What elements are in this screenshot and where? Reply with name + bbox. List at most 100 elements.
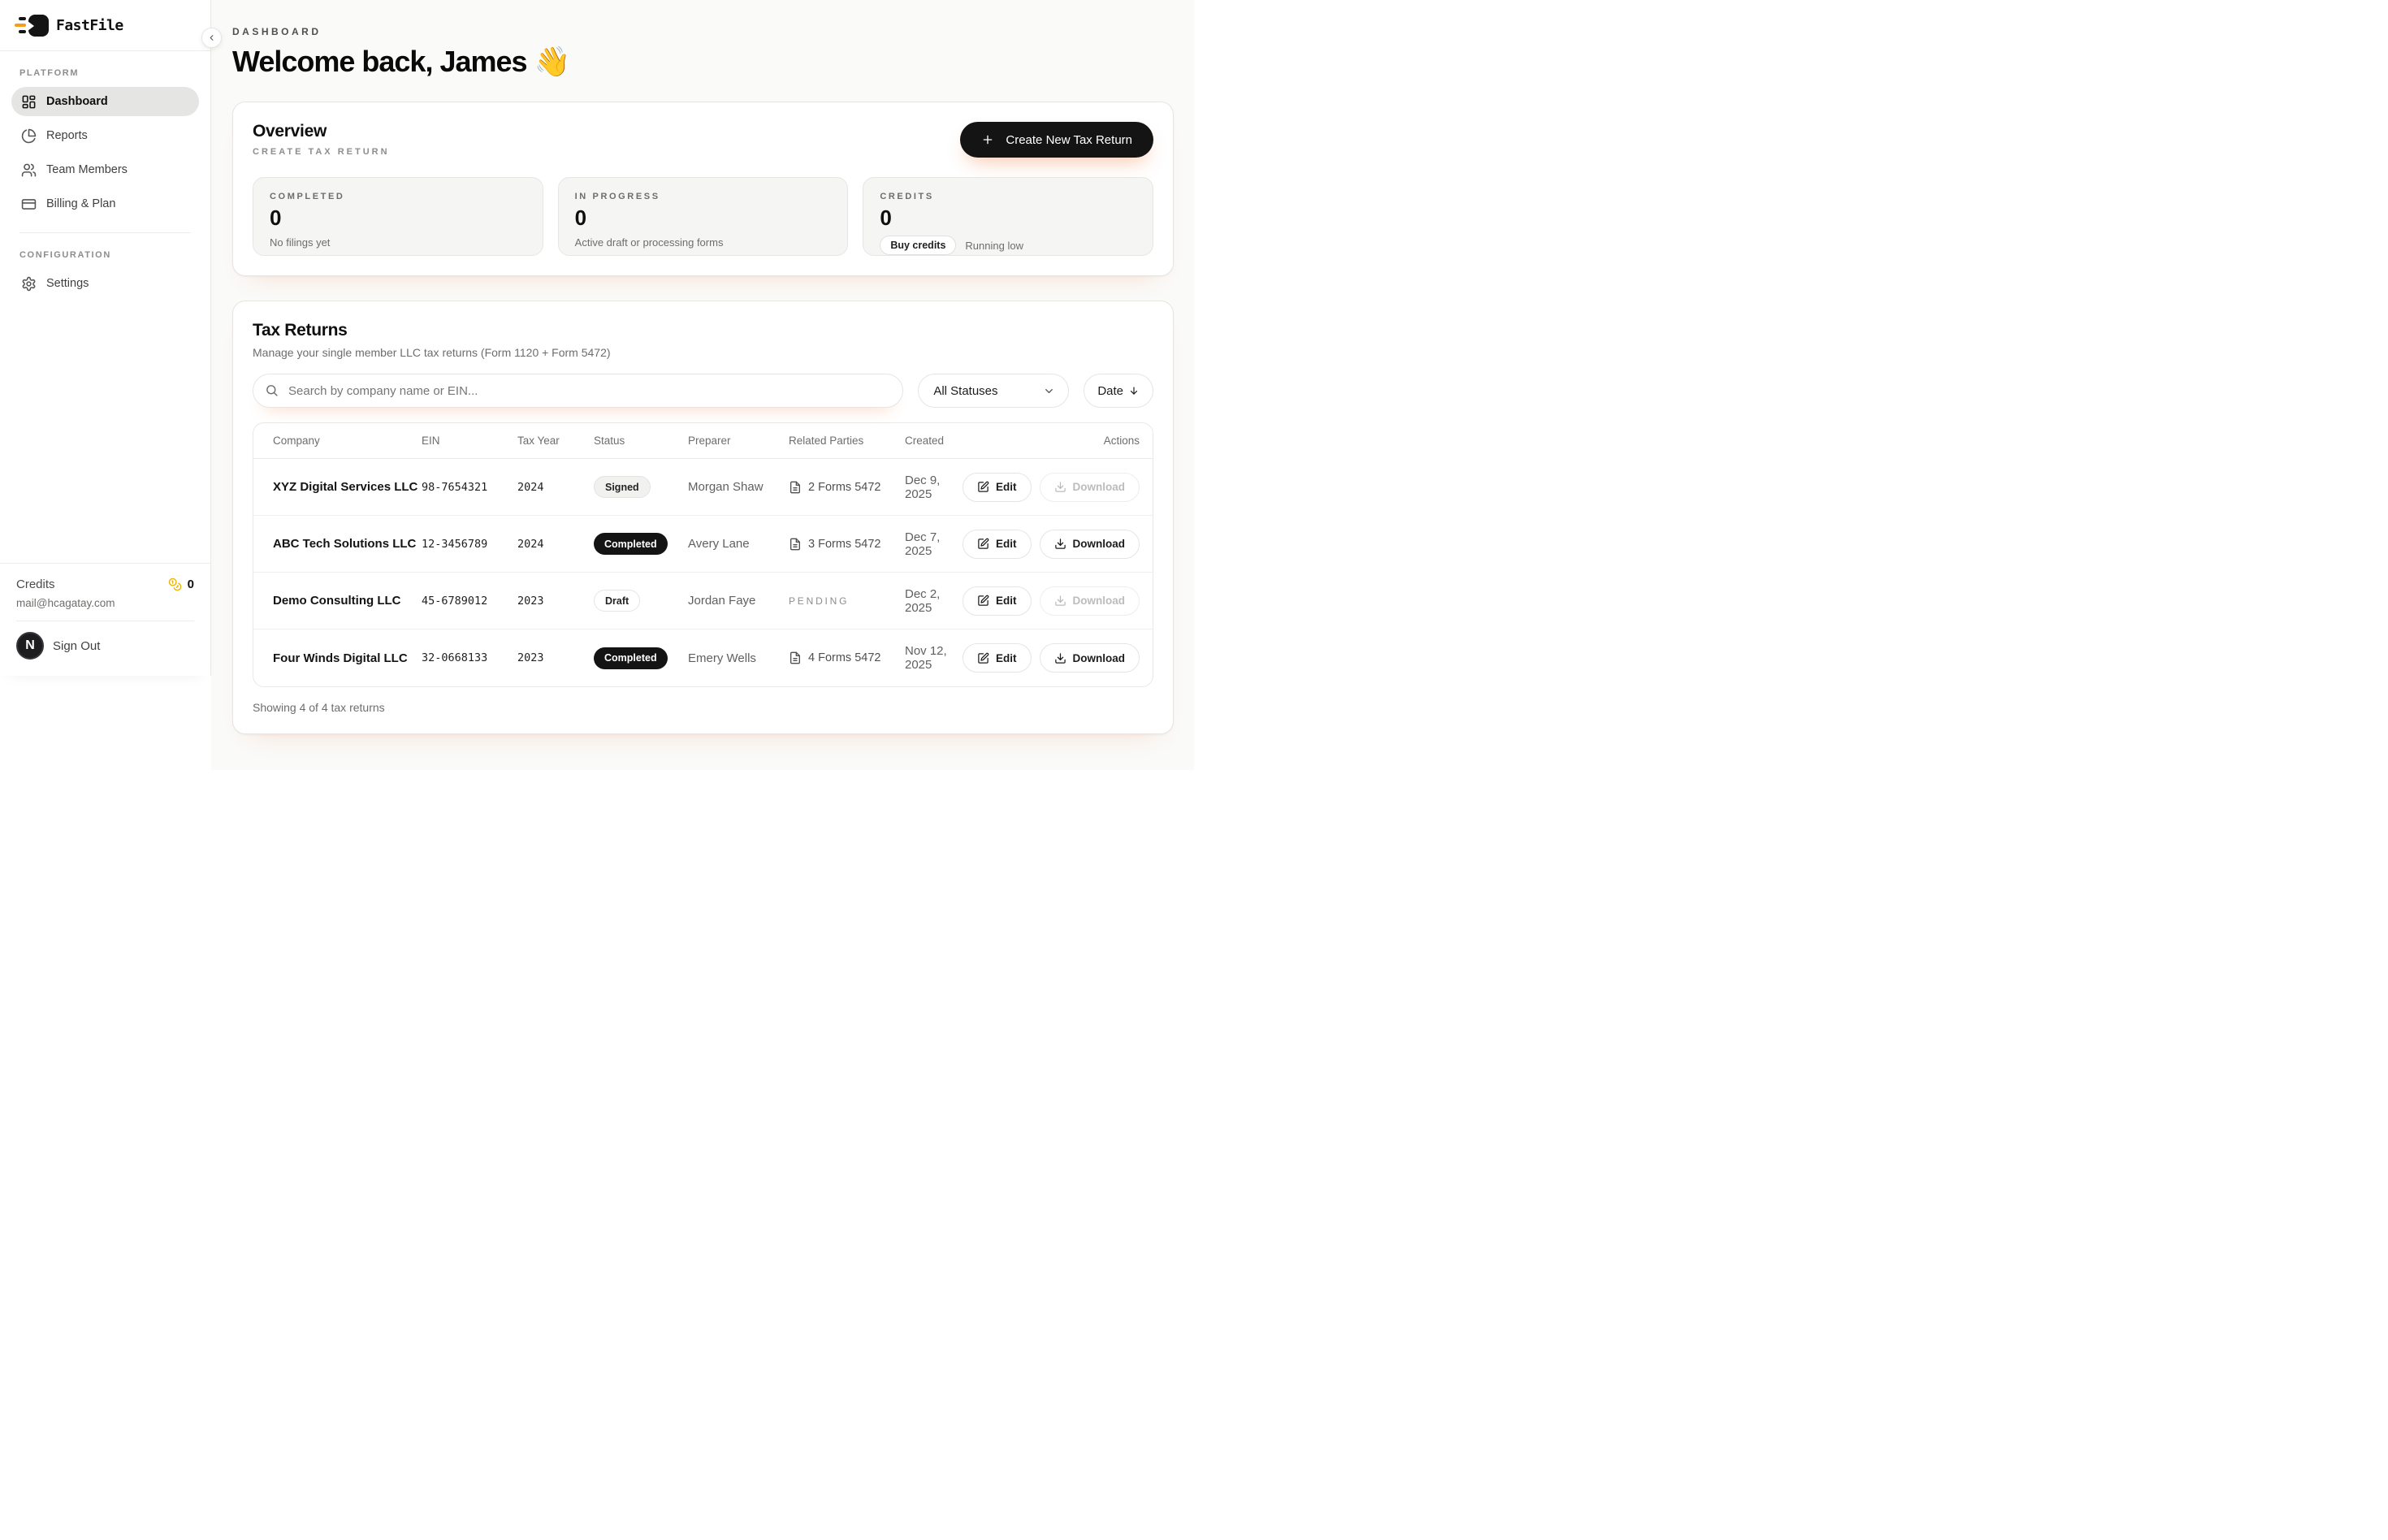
sign-out-button[interactable]: N Sign Out (16, 632, 194, 660)
sort-by-date-button[interactable]: Date (1084, 374, 1153, 408)
cell-related-parties: 2 Forms 5472 (789, 481, 905, 494)
sidebar-item-settings[interactable]: Settings (11, 269, 199, 298)
cell-company: Four Winds Digital LLC (273, 651, 422, 665)
column-header: Status (594, 435, 688, 447)
cell-actions: Edit Download (963, 530, 1140, 559)
edit-button[interactable]: Edit (963, 586, 1032, 616)
search-icon (265, 383, 279, 397)
related-parties-label: 2 Forms 5472 (808, 481, 880, 494)
table-row: Four Winds Digital LLC 32-0668133 2023 C… (253, 629, 1153, 686)
column-header: Company (273, 435, 422, 447)
cell-related-parties: 3 Forms 5472 (789, 538, 905, 551)
edit-button[interactable]: Edit (963, 473, 1032, 502)
cell-status: Completed (594, 647, 688, 669)
download-button: Download (1040, 586, 1140, 616)
edit-button[interactable]: Edit (963, 643, 1032, 673)
avatar: N (16, 632, 44, 660)
cell-created: Dec 7, 2025 (905, 530, 963, 558)
app-logo: FastFile (15, 15, 123, 37)
nav-section-configuration: CONFIGURATION (19, 250, 191, 260)
sidebar-item-label: Reports (46, 129, 88, 142)
users-icon (21, 162, 37, 178)
cell-status: Completed (594, 533, 688, 555)
download-icon (1054, 652, 1066, 664)
status-filter-value: All Statuses (933, 384, 997, 398)
status-badge: Completed (594, 533, 668, 555)
square-pen-icon (977, 538, 989, 550)
download-label: Download (1073, 538, 1126, 550)
column-header: Preparer (688, 435, 789, 447)
column-header: Actions (1104, 435, 1140, 447)
download-button[interactable]: Download (1040, 643, 1140, 673)
square-pen-icon (977, 652, 989, 664)
stat-value: 0 (270, 205, 526, 231)
stat-note: No filings yet (270, 236, 526, 249)
cell-company: Demo Consulting LLC (273, 594, 422, 608)
sidebar-item-dashboard[interactable]: Dashboard (11, 87, 199, 116)
download-icon (1054, 595, 1066, 607)
column-header: EIN (422, 435, 517, 447)
tax-returns-table: CompanyEINTax YearStatusPreparerRelated … (253, 422, 1153, 687)
column-header: Related Parties (789, 435, 905, 447)
stat-card-in-progress: IN PROGRESS 0 Active draft or processing… (558, 177, 849, 256)
related-parties-label: 3 Forms 5472 (808, 538, 880, 551)
sidebar-item-label: Dashboard (46, 95, 108, 108)
related-parties-label: 4 Forms 5472 (808, 651, 880, 664)
cell-actions: Edit Download (963, 473, 1140, 502)
sidebar-item-reports[interactable]: Reports (11, 121, 199, 150)
user-email: mail@hcagatay.com (16, 597, 194, 609)
download-label: Download (1073, 595, 1126, 607)
sidebar-item-billing-plan[interactable]: Billing & Plan (11, 189, 199, 218)
sidebar-collapse-button[interactable] (201, 28, 222, 48)
status-badge: Signed (594, 476, 651, 498)
edit-label: Edit (996, 652, 1017, 664)
cell-tax-year: 2024 (517, 481, 594, 494)
status-filter-select[interactable]: All Statuses (918, 374, 1069, 408)
create-new-tax-return-button[interactable]: Create New Tax Return (960, 122, 1153, 158)
page-title: Welcome back, James 👋 (232, 45, 1174, 79)
app-name: FastFile (56, 17, 123, 34)
arrow-down-icon (1128, 385, 1140, 396)
cell-status: Draft (594, 590, 688, 612)
download-button: Download (1040, 473, 1140, 502)
buy-credits-button[interactable]: Buy credits (880, 236, 956, 255)
stat-label: CREDITS (880, 192, 1136, 201)
fastfile-logo-icon (15, 15, 49, 37)
sidebar-nav: PLATFORM Dashboard Reports Team Members … (0, 68, 210, 298)
cell-preparer: Emery Wells (688, 651, 789, 665)
cell-related-parties: PENDING (789, 595, 905, 607)
edit-button[interactable]: Edit (963, 530, 1032, 559)
download-label: Download (1073, 481, 1126, 493)
cell-created: Dec 2, 2025 (905, 587, 963, 615)
chevron-left-icon (207, 33, 216, 42)
tax-returns-subtitle: Manage your single member LLC tax return… (253, 346, 1153, 359)
table-row: Demo Consulting LLC 45-6789012 2023 Draf… (253, 573, 1153, 629)
cell-status: Signed (594, 476, 688, 498)
tax-returns-title: Tax Returns (253, 321, 1153, 340)
cell-tax-year: 2023 (517, 651, 594, 664)
square-pen-icon (977, 481, 989, 493)
chevron-down-icon (1043, 385, 1055, 397)
cell-created: Dec 9, 2025 (905, 474, 963, 501)
sidebar-item-team-members[interactable]: Team Members (11, 155, 199, 184)
cell-company: ABC Tech Solutions LLC (273, 537, 422, 551)
table-header-row: CompanyEINTax YearStatusPreparerRelated … (253, 423, 1153, 459)
coins-icon (168, 578, 182, 591)
sidebar-divider (19, 232, 191, 233)
cell-tax-year: 2023 (517, 595, 594, 608)
layout-dashboard-icon (21, 94, 37, 110)
cell-ein: 45-6789012 (422, 595, 517, 608)
file-text-icon (789, 538, 802, 551)
search-input[interactable] (253, 374, 903, 408)
cell-ein: 98-7654321 (422, 481, 517, 494)
status-badge: Draft (594, 590, 640, 612)
related-parties-label: PENDING (789, 595, 849, 607)
cell-ein: 12-3456789 (422, 538, 517, 551)
cell-ein: 32-0668133 (422, 651, 517, 664)
stat-label: COMPLETED (270, 192, 526, 201)
cell-related-parties: 4 Forms 5472 (789, 651, 905, 664)
download-button[interactable]: Download (1040, 530, 1140, 559)
download-icon (1054, 481, 1066, 493)
file-text-icon (789, 481, 802, 494)
stat-value: 0 (575, 205, 832, 231)
